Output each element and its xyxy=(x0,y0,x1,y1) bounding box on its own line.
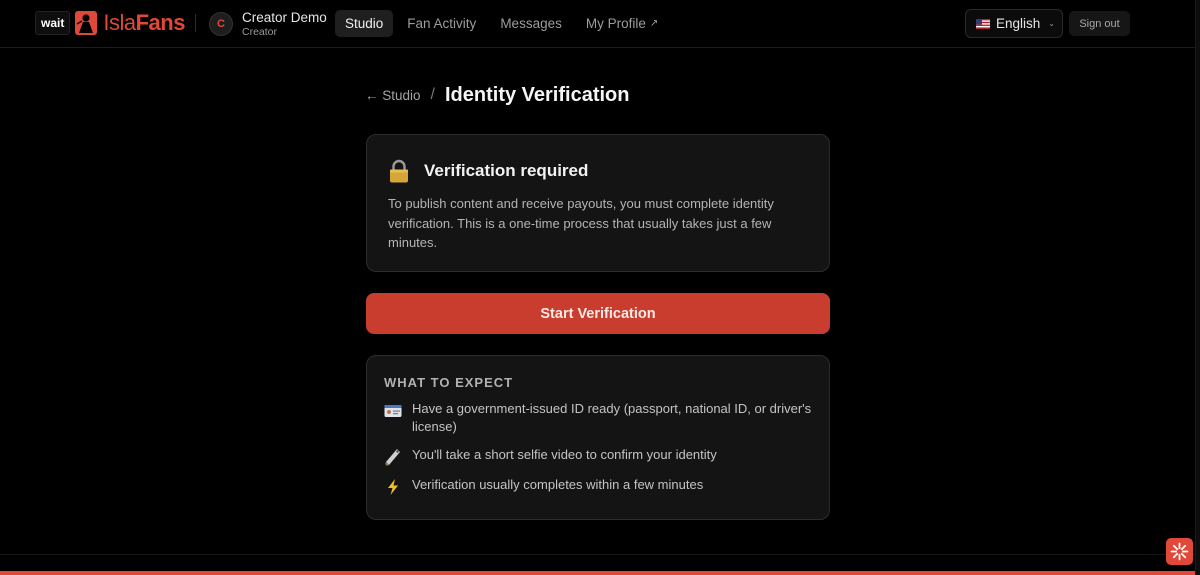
user-role: Creator xyxy=(242,25,278,38)
nav-item-my-profile[interactable]: My Profile ↗ xyxy=(576,10,668,37)
expect-item-text: Have a government-issued ID ready (passp… xyxy=(412,401,812,434)
language-label: English xyxy=(996,16,1041,31)
nav-item-label: Fan Activity xyxy=(407,16,477,31)
islafans-logo-icon xyxy=(75,11,98,35)
nav-item-label: My Profile xyxy=(585,16,646,31)
external-link-icon: ↗ xyxy=(649,18,659,29)
language-select[interactable]: English ⌄ xyxy=(965,9,1063,38)
breadcrumb: ← Studio / Identity Verification xyxy=(365,82,629,108)
bottom-accent-bar xyxy=(0,571,1195,575)
nav-item-fan-activity[interactable]: Fan Activity xyxy=(397,10,486,37)
page-title: Identity Verification xyxy=(444,83,630,106)
list-item: You'll take a short selfie video to conf… xyxy=(384,446,814,466)
breadcrumb-separator: / xyxy=(430,86,435,103)
avatar: C xyxy=(209,12,233,36)
notice-header: Verification required xyxy=(388,159,588,183)
scrollbar[interactable] xyxy=(1195,0,1200,575)
verification-notice-card: Verification required To publish content… xyxy=(366,134,830,272)
lightning-icon xyxy=(388,479,398,495)
brand-name-part2: Fans xyxy=(135,10,186,35)
brand[interactable]: wait IslaFans xyxy=(35,10,185,36)
user-chip[interactable]: C Creator Demo Creator xyxy=(209,11,327,37)
list-item: Have a government-issued ID ready (passp… xyxy=(384,400,814,436)
nav-item-studio[interactable]: Studio xyxy=(335,10,394,37)
start-verification-button[interactable]: Start Verification xyxy=(366,293,830,334)
nav-item-label: Messages xyxy=(500,16,562,31)
nav-item-messages[interactable]: Messages xyxy=(490,10,572,37)
brand-name: IslaFans xyxy=(103,10,185,36)
chevron-down-icon: ⌄ xyxy=(1048,19,1055,28)
user-text: Creator Demo Creator xyxy=(242,11,327,37)
sparkle-widget-button[interactable] xyxy=(1166,538,1193,565)
expect-heading: WHAT TO EXPECT xyxy=(384,375,514,390)
list-item: Verification usually completes within a … xyxy=(384,476,814,496)
selfie-phone-icon xyxy=(385,449,400,466)
brand-name-part1: Isla xyxy=(103,10,136,35)
us-flag-icon xyxy=(976,18,990,29)
nav-item-label: Studio xyxy=(345,16,384,31)
notice-title: Verification required xyxy=(424,161,589,180)
main-nav: Studio Fan Activity Messages My Profile ↗ xyxy=(335,10,672,37)
sparkle-icon xyxy=(1170,542,1189,561)
footer-divider xyxy=(0,554,1195,555)
wait-badge: wait xyxy=(35,11,71,35)
notice-body: To publish content and receive payouts, … xyxy=(388,196,774,250)
expect-item-text: Verification usually completes within a … xyxy=(412,477,704,492)
what-to-expect-card: WHAT TO EXPECT Have a government-issued … xyxy=(366,355,830,520)
id-card-icon xyxy=(384,405,402,417)
back-to-studio-link[interactable]: ← Studio xyxy=(365,88,421,103)
lock-icon xyxy=(390,159,408,183)
header-divider xyxy=(195,14,196,32)
expect-list: Have a government-issued ID ready (passp… xyxy=(384,400,814,506)
sign-out-button[interactable]: Sign out xyxy=(1069,11,1130,36)
user-name: Creator Demo xyxy=(242,10,327,25)
top-navigation-bar: wait IslaFans C Creator Demo Creator Stu… xyxy=(0,0,1195,48)
expect-item-text: You'll take a short selfie video to conf… xyxy=(412,447,717,462)
